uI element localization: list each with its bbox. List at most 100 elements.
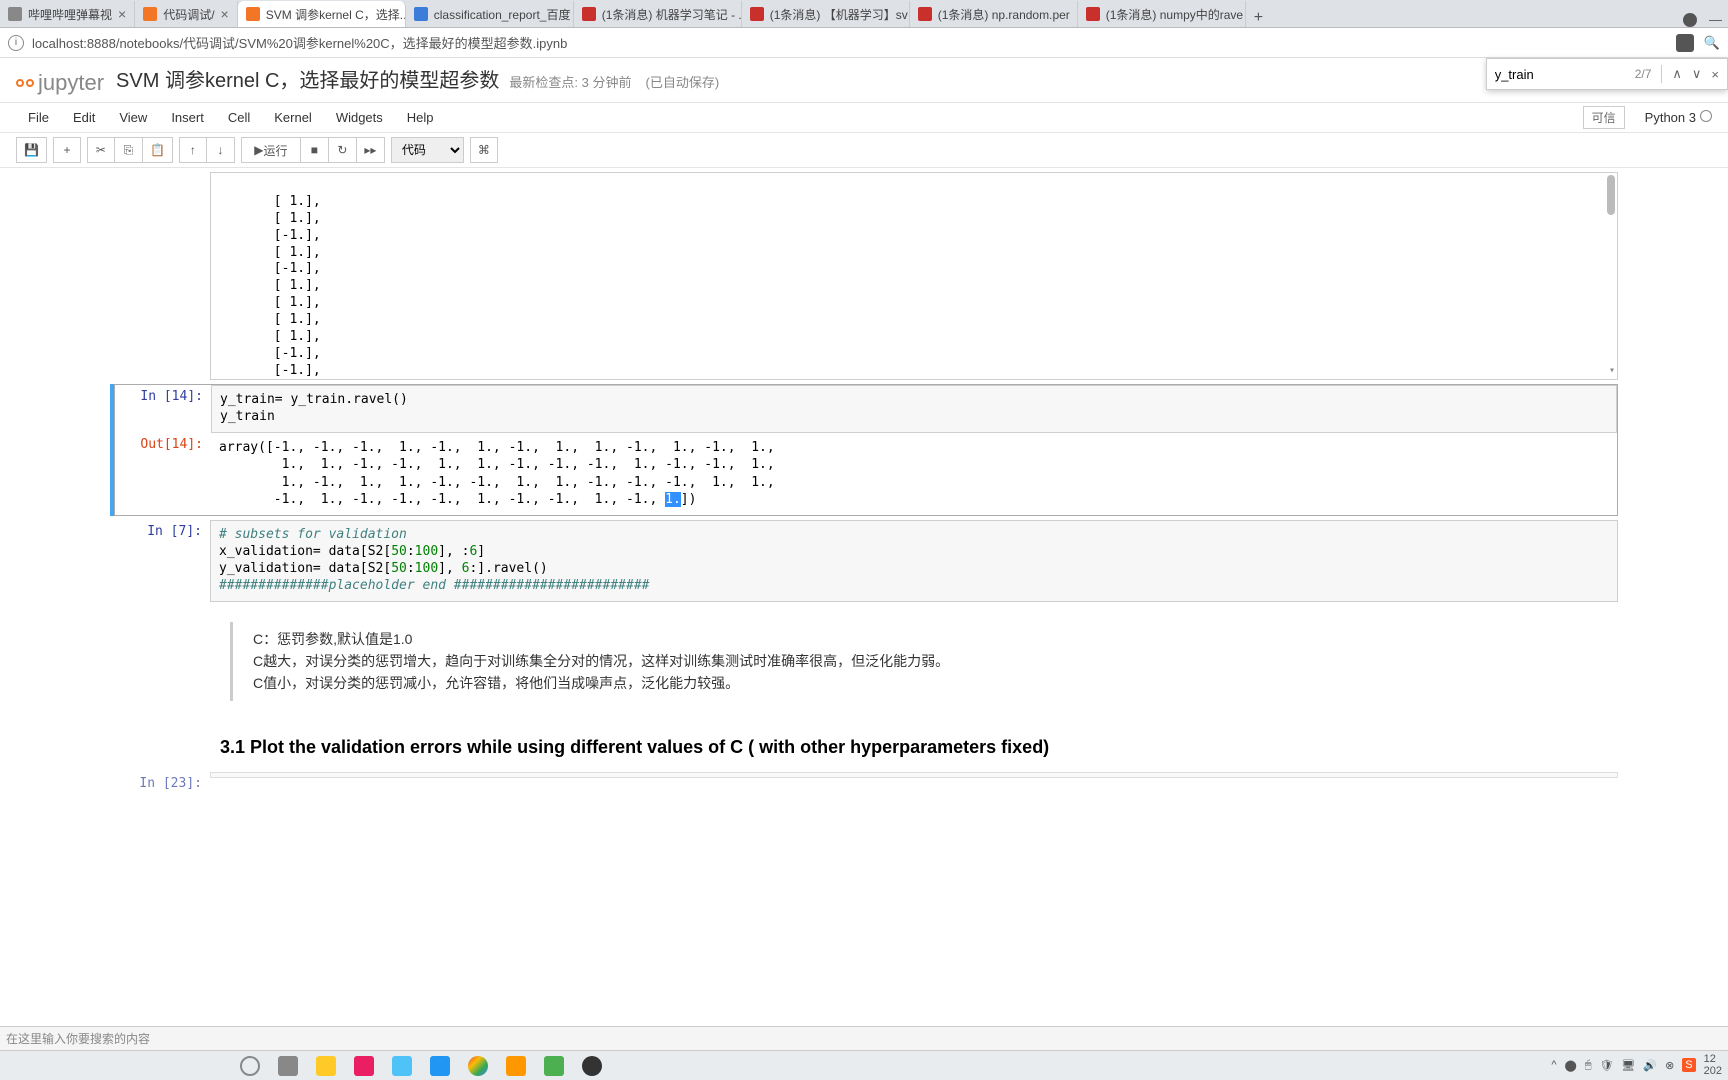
favicon (143, 7, 157, 21)
quote-line: C：惩罚参数,默认值是1.0 (253, 628, 1618, 650)
scrolled-output[interactable]: [ 1.], [ 1.], [-1.], [ 1.], [-1.], [ 1.]… (210, 172, 1618, 380)
code-cell-selected[interactable]: In [14]: y_train= y_train.ravel() y_trai… (110, 384, 1618, 516)
ime-icon[interactable]: S (1682, 1058, 1695, 1072)
site-info-icon[interactable]: i (8, 35, 24, 51)
find-prev-icon[interactable]: ∧ (1672, 66, 1682, 82)
cell-type-select[interactable]: 代码 (391, 137, 464, 163)
tray-icon[interactable]: 🛡 (1599, 1059, 1613, 1072)
tray-chevron-icon[interactable]: ^ (1551, 1059, 1556, 1071)
quote-line: C越大，对误分类的惩罚增大，趋向于对训练集全分对的情况，这样对训练集测试时准确率… (253, 650, 1618, 672)
run-button[interactable]: ▶ 运行 (241, 137, 301, 163)
output-text[interactable]: array([-1., -1., -1., 1., -1., 1., -1., … (211, 433, 1617, 515)
kernel-status-icon (1700, 110, 1712, 122)
browser-tab[interactable]: classification_report_百度× (406, 1, 574, 27)
find-close-icon[interactable]: × (1711, 67, 1719, 82)
zoom-icon[interactable]: 🔍 (1704, 35, 1720, 51)
menu-insert[interactable]: Insert (159, 110, 216, 125)
command-palette-button[interactable]: ⌘ (470, 137, 498, 163)
cursor-icon[interactable] (354, 1056, 374, 1076)
interrupt-button[interactable]: ■ (301, 137, 329, 163)
text-selection: 1. (665, 492, 681, 507)
trusted-badge[interactable]: 可信 (1583, 106, 1625, 129)
menu-edit[interactable]: Edit (61, 110, 107, 125)
code-input[interactable] (210, 772, 1618, 778)
cut-button[interactable]: ✂ (87, 137, 115, 163)
move-down-button[interactable]: ↓ (207, 137, 235, 163)
browser-tab-active[interactable]: SVM 调参kernel C，选择...× (238, 1, 406, 27)
menu-bar: File Edit View Insert Cell Kernel Widget… (0, 103, 1728, 133)
tray-icon[interactable]: ⊗ (1665, 1059, 1674, 1072)
browser-tab[interactable]: 哔哩哔哩弹幕视× (0, 1, 135, 27)
add-cell-button[interactable]: + (53, 137, 81, 163)
jupyter-logo[interactable]: jupyter (16, 70, 104, 96)
clock[interactable]: 12202 (1704, 1053, 1722, 1077)
scrollbar-thumb[interactable] (1607, 175, 1615, 215)
browser-tab[interactable]: 代码调试/× (135, 1, 238, 27)
extension-icon[interactable] (1676, 34, 1694, 52)
file-explorer-icon[interactable] (316, 1056, 336, 1076)
code-input[interactable]: y_train= y_train.ravel() y_train (211, 385, 1617, 433)
favicon (582, 7, 596, 21)
code-input[interactable]: # subsets for validation x_validation= d… (210, 520, 1618, 602)
find-input[interactable] (1495, 67, 1625, 82)
quote-line: C值小，对误分类的惩罚减小，允许容错，将他们当成噪声点，泛化能力较强。 (253, 672, 1618, 694)
find-next-icon[interactable]: ∨ (1692, 66, 1702, 82)
favicon (246, 7, 260, 21)
scroll-arrow-icon[interactable]: ▾ (1609, 364, 1615, 377)
kernel-indicator[interactable]: Python 3 (1645, 110, 1712, 125)
menu-view[interactable]: View (107, 110, 159, 125)
minimize-icon[interactable]: — (1709, 12, 1722, 27)
tray-icon[interactable]: ⬤ (1565, 1059, 1577, 1072)
wechat-icon[interactable] (544, 1056, 564, 1076)
close-icon[interactable]: × (221, 6, 229, 22)
task-view-icon[interactable] (278, 1056, 298, 1076)
system-tray: ^ ⬤ 🖱 🛡 🖥 🔊 ⊗ S 12202 (1551, 1050, 1722, 1080)
tray-icon[interactable]: 🖥 (1621, 1059, 1635, 1072)
page-search-bar[interactable]: 在这里输入你要搜索的内容 (0, 1026, 1728, 1050)
paste-button[interactable]: 📋 (143, 137, 173, 163)
markdown-cell[interactable]: C：惩罚参数,默认值是1.0 C越大，对误分类的惩罚增大，趋向于对训练集全分对的… (110, 606, 1618, 717)
tab-label: classification_report_百度 (434, 6, 571, 23)
everything-icon[interactable] (506, 1056, 526, 1076)
menu-kernel[interactable]: Kernel (262, 110, 324, 125)
chrome-icon[interactable] (468, 1056, 488, 1076)
app-icon[interactable] (392, 1056, 412, 1076)
code-cell[interactable]: In [7]: # subsets for validation x_valid… (110, 520, 1618, 602)
browser-tab[interactable]: (1条消息) 机器学习笔记 - ...× (574, 1, 742, 27)
favicon (750, 7, 764, 21)
browser-tab[interactable]: (1条消息) np.random.per× (910, 1, 1078, 27)
input-prompt: In [23]: (110, 772, 210, 791)
output-cell: [ 1.], [ 1.], [-1.], [ 1.], [-1.], [ 1.]… (110, 172, 1618, 380)
taskbar (0, 1050, 1728, 1080)
copy-button[interactable]: ⎘ (115, 137, 143, 163)
menu-cell[interactable]: Cell (216, 110, 262, 125)
code-cell[interactable]: In [23]: (110, 772, 1618, 791)
favicon (1086, 7, 1100, 21)
input-prompt: In [7]: (110, 520, 210, 602)
app-icon[interactable] (430, 1056, 450, 1076)
volume-icon[interactable]: 🔊 (1643, 1059, 1657, 1072)
url-text[interactable]: localhost:8888/notebooks/代码调试/SVM%20调参ke… (32, 33, 567, 52)
move-up-button[interactable]: ↑ (179, 137, 207, 163)
find-in-page-bar: 2/7 ∧ ∨ × (1486, 58, 1728, 90)
new-tab-button[interactable]: + (1246, 9, 1271, 27)
obs-icon[interactable] (582, 1056, 602, 1076)
menu-widgets[interactable]: Widgets (324, 110, 395, 125)
cortana-icon[interactable] (240, 1056, 260, 1076)
address-bar: i localhost:8888/notebooks/代码调试/SVM%20调参… (0, 28, 1728, 58)
save-button[interactable]: 💾 (16, 137, 47, 163)
browser-tab[interactable]: (1条消息) numpy中的rave× (1078, 1, 1246, 27)
browser-tab-strip: 哔哩哔哩弹幕视× 代码调试/× SVM 调参kernel C，选择...× cl… (0, 0, 1728, 28)
notebook-title[interactable]: SVM 调参kernel C，选择最好的模型超参数 (116, 64, 499, 93)
menu-help[interactable]: Help (395, 110, 446, 125)
incognito-icon[interactable] (1683, 13, 1697, 27)
restart-button[interactable]: ↻ (329, 137, 357, 163)
markdown-heading[interactable]: 3.1 Plot the validation errors while usi… (110, 717, 1618, 768)
favicon (8, 7, 22, 21)
browser-tab[interactable]: (1条消息) 【机器学习】sv× (742, 1, 910, 27)
menu-file[interactable]: File (16, 110, 61, 125)
close-icon[interactable]: × (118, 6, 126, 22)
notebook-container[interactable]: [ 1.], [ 1.], [-1.], [ 1.], [-1.], [ 1.]… (0, 168, 1728, 1050)
restart-run-all-button[interactable]: ▸▸ (357, 137, 385, 163)
tray-icon[interactable]: 🖱 (1585, 1059, 1592, 1072)
